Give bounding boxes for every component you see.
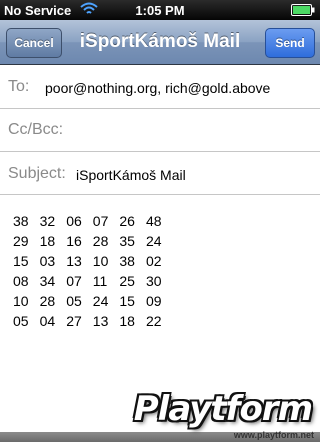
number-cell: 06: [66, 213, 82, 229]
number-cell: 05: [13, 313, 29, 329]
clock: 1:05 PM: [135, 3, 185, 18]
status-bar: No Service 1:05 PM: [0, 0, 320, 20]
subject-field[interactable]: Subject: iSportKámoš Mail: [0, 152, 320, 195]
to-recipients[interactable]: poor@nothing.org, rich@gold.above: [45, 80, 270, 96]
number-row: 15 03 13 10 38 02: [13, 253, 173, 273]
watermark-logo: Playtform: [133, 389, 313, 429]
number-cell: 25: [119, 273, 135, 289]
send-button[interactable]: Send: [265, 28, 315, 58]
number-cell: 28: [92, 233, 109, 249]
to-label: To:: [8, 78, 30, 95]
number-cell: 05: [66, 293, 82, 309]
number-cell: 32: [39, 213, 56, 229]
number-cell: 30: [145, 273, 162, 289]
number-cell: 03: [39, 253, 56, 269]
message-body[interactable]: 38 32 06 07 26 48 29 18 16 28 35 24 15 03 13 10 38 02 0…: [13, 213, 173, 333]
number-cell: 38: [119, 253, 135, 269]
number-cell: 13: [92, 313, 109, 329]
number-cell: 02: [145, 253, 162, 269]
number-cell: 48: [145, 213, 162, 229]
number-cell: 08: [13, 273, 29, 289]
number-cell: 18: [119, 313, 135, 329]
number-cell: 11: [92, 273, 108, 289]
number-cell: 29: [13, 233, 29, 249]
number-cell: 13: [66, 253, 82, 269]
battery-icon: [291, 4, 315, 16]
number-cell: 24: [92, 293, 109, 309]
number-cell: 07: [92, 213, 109, 229]
number-cell: 09: [145, 293, 162, 309]
to-field[interactable]: To: poor@nothing.org, rich@gold.above: [0, 66, 320, 109]
number-cell: 18: [39, 233, 56, 249]
subject-value[interactable]: iSportKámoš Mail: [76, 167, 186, 183]
number-cell: 16: [66, 233, 82, 249]
number-cell: 15: [13, 253, 29, 269]
number-row: 38 32 06 07 26 48: [13, 213, 173, 233]
navigation-bar: Cancel iSportKámoš Mail Send: [0, 20, 320, 65]
number-cell: 07: [66, 273, 82, 289]
cc-bcc-field[interactable]: Cc/Bcc:: [0, 109, 320, 152]
number-cell: 24: [145, 233, 162, 249]
number-cell: 34: [39, 273, 56, 289]
number-cell: 38: [13, 213, 29, 229]
number-row: 05 04 27 13 18 22: [13, 313, 173, 333]
cc-bcc-label: Cc/Bcc:: [8, 121, 64, 138]
number-cell: 22: [145, 313, 162, 329]
number-cell: 26: [119, 213, 135, 229]
number-cell: 04: [39, 313, 56, 329]
number-cell: 15: [119, 293, 135, 309]
number-cell: 28: [39, 293, 56, 309]
number-cell: 10: [92, 253, 109, 269]
subject-label: Subject:: [8, 165, 66, 182]
number-row: 08 34 07 11 25 30: [13, 273, 173, 293]
watermark-url: www.playtform.net: [233, 430, 314, 440]
watermark: Playtform www.playtform.net: [134, 387, 320, 442]
number-cell: 27: [66, 313, 82, 329]
number-row: 29 18 16 28 35 24: [13, 233, 173, 253]
number-cell: 35: [119, 233, 135, 249]
number-cell: 10: [13, 293, 29, 309]
number-row: 10 28 05 24 15 09: [13, 293, 173, 313]
